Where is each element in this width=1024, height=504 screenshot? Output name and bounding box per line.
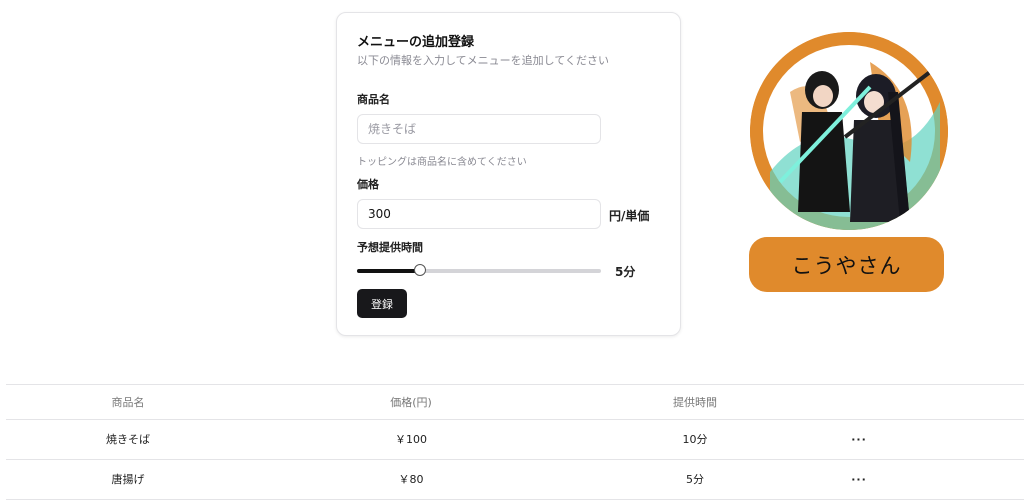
slider-fill: [357, 269, 421, 273]
row-price: ￥100: [395, 433, 427, 446]
table-row: 焼きそば ￥100 10分 ···: [6, 419, 1024, 460]
table-header: 商品名 価格(円) 提供時間: [6, 385, 1024, 420]
row-actions-menu-icon[interactable]: ···: [834, 419, 884, 459]
card-title: メニューの追加登録: [357, 35, 475, 50]
product-name-hint: トッピングは商品名に含めてください: [357, 157, 527, 168]
row-time: 5分: [686, 473, 704, 486]
menu-add-card: メニューの追加登録 以下の情報を入力してメニューを追加してください 商品名 トッ…: [336, 12, 681, 336]
row-name: 焼きそば: [106, 433, 150, 446]
price-label: 価格: [357, 178, 379, 191]
header-time: 提供時間: [673, 396, 717, 409]
product-name-input[interactable]: [357, 114, 601, 144]
menu-table: 商品名 価格(円) 提供時間 焼きそば ￥100 10分 ··· 唐揚げ ￥80…: [6, 384, 1024, 500]
profile-name-badge: こうやさん: [749, 237, 944, 292]
row-time: 10分: [682, 433, 708, 446]
header-actions: [834, 385, 884, 419]
serving-time-label: 予想提供時間: [357, 241, 423, 254]
row-price: ￥80: [398, 473, 424, 486]
submit-button[interactable]: 登録: [357, 289, 407, 318]
row-name: 唐揚げ: [111, 473, 145, 486]
table-row: 唐揚げ ￥80 5分 ···: [6, 459, 1024, 499]
avatar-illustration: [750, 32, 948, 230]
serving-time-value: 5分: [615, 265, 636, 279]
row-actions-menu-icon[interactable]: ···: [834, 459, 884, 499]
price-input[interactable]: [357, 199, 601, 229]
slider-thumb[interactable]: [414, 264, 427, 276]
serving-time-slider[interactable]: [357, 264, 601, 276]
product-name-label: 商品名: [357, 93, 390, 106]
header-price: 価格(円): [390, 396, 432, 409]
avatar: [750, 32, 948, 230]
card-description: 以下の情報を入力してメニューを追加してください: [357, 54, 610, 67]
price-unit: 円/単価: [609, 209, 650, 223]
header-name: 商品名: [111, 396, 145, 409]
